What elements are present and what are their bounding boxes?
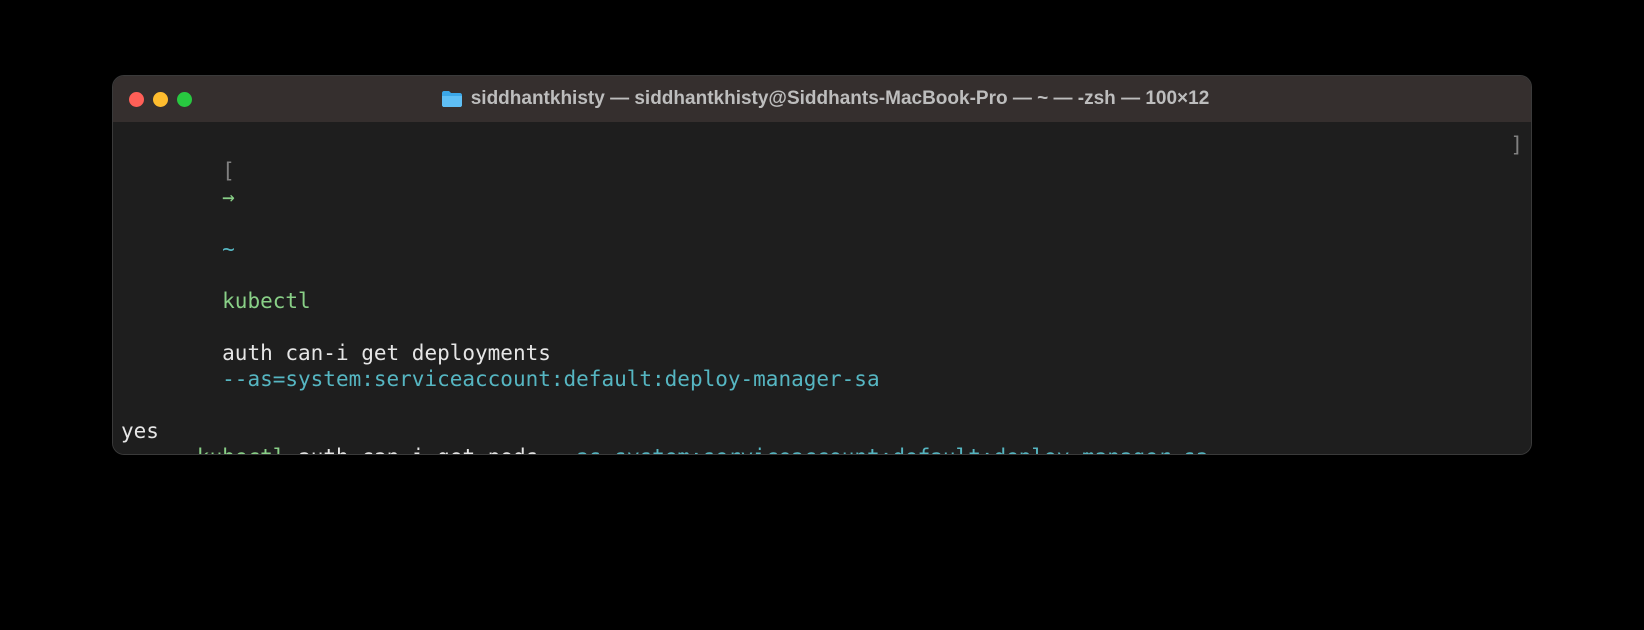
command-flag: --as=system:serviceaccount:default:deplo… <box>551 444 1208 455</box>
terminal-body[interactable]: [ → ~ kubectl auth can-i get deployments… <box>113 122 1531 454</box>
bracket-open: [ <box>222 159 235 183</box>
close-icon[interactable] <box>129 92 144 107</box>
title-bar[interactable]: siddhantkhisty — siddhantkhisty@Siddhant… <box>113 76 1531 122</box>
traffic-lights <box>129 92 192 107</box>
command-args: auth can-i get deployments <box>222 341 563 365</box>
command-flag: --as=system:serviceaccount:default:deplo… <box>222 367 879 391</box>
command-line-1: [ → ~ kubectl auth can-i get deployments… <box>121 132 1523 418</box>
folder-icon <box>441 90 463 108</box>
title-text: siddhantkhisty — siddhantkhisty@Siddhant… <box>471 88 1210 110</box>
output-line-1: yes <box>121 418 1523 444</box>
prompt-arrow-icon: → <box>134 444 147 455</box>
terminal-window[interactable]: siddhantkhisty — siddhantkhisty@Siddhant… <box>112 75 1532 455</box>
window-title: siddhantkhisty — siddhantkhisty@Siddhant… <box>200 88 1450 110</box>
command-name: kubectl <box>222 289 311 313</box>
prompt-tilde: ~ <box>222 237 235 261</box>
prompt-arrow-icon: → <box>222 185 235 209</box>
maximize-icon[interactable] <box>177 92 192 107</box>
bracket-close: ] <box>1510 132 1523 418</box>
minimize-icon[interactable] <box>153 92 168 107</box>
command-line-2: → ~ kubectl auth can-i get pods --as=sys… <box>121 444 1523 455</box>
command-name: kubectl <box>197 444 286 455</box>
prompt-tilde: ~ <box>172 444 185 455</box>
command-args: auth can-i get pods <box>298 444 551 455</box>
output-text: yes <box>121 418 159 444</box>
